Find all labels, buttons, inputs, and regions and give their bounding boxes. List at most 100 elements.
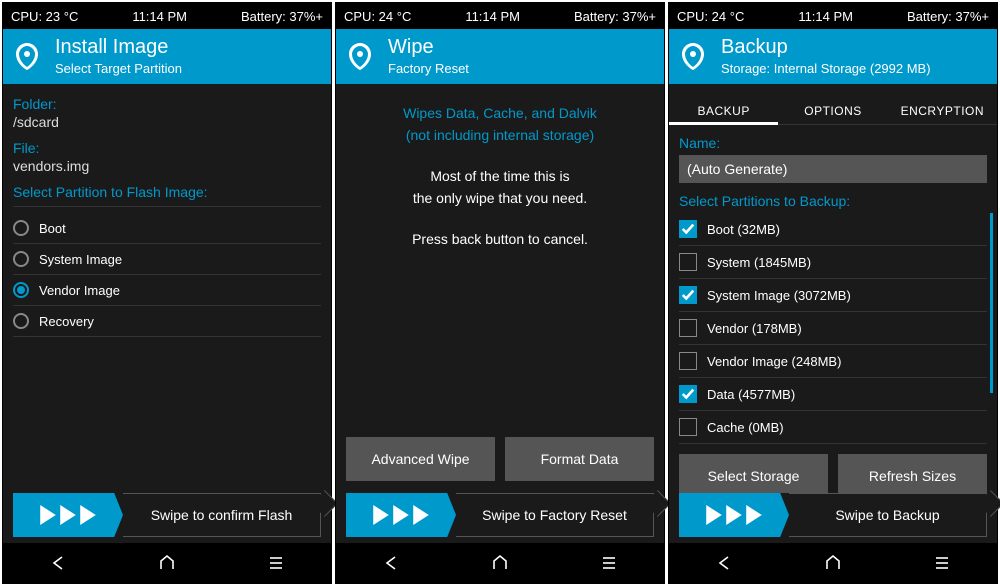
body: Folder: /sdcard File: vendors.img Select… bbox=[3, 84, 331, 493]
wipe-info-3: Press back button to cancel. bbox=[346, 228, 654, 250]
swipe-factory-reset[interactable]: Swipe to Factory Reset bbox=[346, 493, 654, 537]
partition-check-cache[interactable]: Cache (0MB) bbox=[679, 411, 987, 444]
checkbox-label: Data (4577MB) bbox=[707, 387, 795, 402]
radio-icon bbox=[13, 282, 29, 298]
nav-bar bbox=[3, 543, 331, 583]
status-cpu: CPU: 24 °C bbox=[344, 9, 411, 24]
radio-icon bbox=[13, 313, 29, 329]
status-time: 11:14 PM bbox=[465, 9, 520, 24]
advanced-wipe-button[interactable]: Advanced Wipe bbox=[346, 437, 495, 481]
twrp-logo-icon bbox=[677, 40, 709, 72]
body: Wipes Data, Cache, and Dalvik (not inclu… bbox=[336, 84, 664, 493]
radio-label: System Image bbox=[39, 252, 122, 267]
twrp-logo-icon bbox=[11, 40, 43, 72]
radio-label: Boot bbox=[39, 221, 66, 236]
partition-radio-boot[interactable]: Boot bbox=[13, 213, 321, 244]
nav-back-icon[interactable] bbox=[48, 553, 68, 573]
screen-install: CPU: 23 °C 11:14 PM Battery: 37%+ Instal… bbox=[2, 2, 332, 584]
nav-recent-icon[interactable] bbox=[932, 553, 952, 573]
refresh-sizes-button[interactable]: Refresh Sizes bbox=[838, 454, 987, 493]
partition-radio-recovery[interactable]: Recovery bbox=[13, 306, 321, 337]
tab-backup[interactable]: BACKUP bbox=[669, 96, 778, 124]
checkbox-icon bbox=[679, 319, 697, 337]
swipe-backup[interactable]: Swipe to Backup bbox=[679, 493, 987, 537]
format-data-button[interactable]: Format Data bbox=[505, 437, 654, 481]
page-title: Install Image bbox=[55, 35, 182, 59]
partition-check-boot[interactable]: Boot (32MB) bbox=[679, 213, 987, 246]
partition-list-wrap: Boot (32MB) System (1845MB) System Image (… bbox=[679, 213, 987, 444]
tab-options[interactable]: OPTIONS bbox=[778, 96, 887, 124]
nav-recent-icon[interactable] bbox=[266, 553, 286, 573]
status-time: 11:14 PM bbox=[132, 9, 187, 24]
backup-name-input[interactable] bbox=[679, 155, 987, 183]
page-subtitle: Storage: Internal Storage (2992 MB) bbox=[721, 61, 931, 76]
partition-radio-system-image[interactable]: System Image bbox=[13, 244, 321, 275]
radio-label: Recovery bbox=[39, 314, 94, 329]
partition-check-vendor[interactable]: Vendor (178MB) bbox=[679, 312, 987, 345]
page-subtitle: Select Target Partition bbox=[55, 61, 182, 76]
checkbox-icon bbox=[679, 352, 697, 370]
checkbox-icon bbox=[679, 385, 697, 403]
radio-label: Vendor Image bbox=[39, 283, 120, 298]
slider-handle[interactable] bbox=[679, 493, 789, 537]
partition-check-system[interactable]: System (1845MB) bbox=[679, 246, 987, 279]
partition-radio-vendor-image[interactable]: Vendor Image bbox=[13, 275, 321, 306]
nav-back-icon[interactable] bbox=[714, 553, 734, 573]
tab-bar: BACKUPOPTIONSENCRYPTION bbox=[669, 96, 997, 125]
header-text: Backup Storage: Internal Storage (2992 M… bbox=[721, 35, 931, 76]
nav-bar bbox=[336, 543, 664, 583]
slider-handle[interactable] bbox=[346, 493, 456, 537]
header: Install Image Select Target Partition bbox=[3, 29, 331, 84]
folder-value: /sdcard bbox=[13, 114, 321, 130]
status-time: 11:14 PM bbox=[798, 9, 853, 24]
page-title: Backup bbox=[721, 35, 931, 59]
checkbox-label: Vendor (178MB) bbox=[707, 321, 802, 336]
status-cpu: CPU: 24 °C bbox=[677, 9, 744, 24]
checkbox-icon bbox=[679, 286, 697, 304]
slider-label: Swipe to Factory Reset bbox=[456, 493, 654, 537]
status-cpu: CPU: 23 °C bbox=[11, 9, 78, 24]
select-storage-button[interactable]: Select Storage bbox=[679, 454, 828, 493]
status-bar: CPU: 23 °C 11:14 PM Battery: 37%+ bbox=[3, 3, 331, 29]
header: Wipe Factory Reset bbox=[336, 29, 664, 84]
status-battery: Battery: 37%+ bbox=[574, 9, 656, 24]
nav-home-icon[interactable] bbox=[490, 553, 510, 573]
checkbox-label: System (1845MB) bbox=[707, 255, 811, 270]
checkbox-icon bbox=[679, 418, 697, 436]
checkbox-label: Boot (32MB) bbox=[707, 222, 780, 237]
nav-home-icon[interactable] bbox=[157, 553, 177, 573]
radio-icon bbox=[13, 220, 29, 236]
status-bar: CPU: 24 °C 11:14 PM Battery: 37%+ bbox=[669, 3, 997, 29]
checkbox-label: Cache (0MB) bbox=[707, 420, 784, 435]
folder-label: Folder: bbox=[13, 96, 321, 112]
status-bar: CPU: 24 °C 11:14 PM Battery: 37%+ bbox=[336, 3, 664, 29]
screen-wipe: CPU: 24 °C 11:14 PM Battery: 37%+ Wipe F… bbox=[335, 2, 665, 584]
header-text: Install Image Select Target Partition bbox=[55, 35, 182, 76]
select-partitions-label: Select Partitions to Backup: bbox=[679, 193, 987, 209]
select-partition-label: Select Partition to Flash Image: bbox=[13, 184, 321, 200]
swipe-confirm-flash[interactable]: Swipe to confirm Flash bbox=[13, 493, 321, 537]
page-title: Wipe bbox=[388, 35, 469, 59]
checkbox-icon bbox=[679, 220, 697, 238]
partition-check-vendor[interactable]: Vendor Image (248MB) bbox=[679, 345, 987, 378]
name-label: Name: bbox=[679, 135, 987, 151]
partition-check-data[interactable]: Data (4577MB) bbox=[679, 378, 987, 411]
checkbox-label: System Image (3072MB) bbox=[707, 288, 851, 303]
wipe-info-1: Wipes Data, Cache, and Dalvik (not inclu… bbox=[346, 102, 654, 147]
nav-home-icon[interactable] bbox=[823, 553, 843, 573]
divider bbox=[13, 206, 321, 207]
twrp-logo-icon bbox=[344, 40, 376, 72]
nav-back-icon[interactable] bbox=[381, 553, 401, 573]
slider-handle[interactable] bbox=[13, 493, 123, 537]
nav-bar bbox=[669, 543, 997, 583]
checkbox-label: Vendor Image (248MB) bbox=[707, 354, 841, 369]
header-text: Wipe Factory Reset bbox=[388, 35, 469, 76]
screen-backup: CPU: 24 °C 11:14 PM Battery: 37%+ Backup… bbox=[668, 2, 998, 584]
nav-recent-icon[interactable] bbox=[599, 553, 619, 573]
partition-check-system[interactable]: System Image (3072MB) bbox=[679, 279, 987, 312]
scrollbar-indicator[interactable] bbox=[990, 213, 993, 393]
tab-encryption[interactable]: ENCRYPTION bbox=[888, 96, 997, 124]
status-battery: Battery: 37%+ bbox=[241, 9, 323, 24]
slider-label: Swipe to Backup bbox=[789, 493, 987, 537]
header: Backup Storage: Internal Storage (2992 M… bbox=[669, 29, 997, 84]
